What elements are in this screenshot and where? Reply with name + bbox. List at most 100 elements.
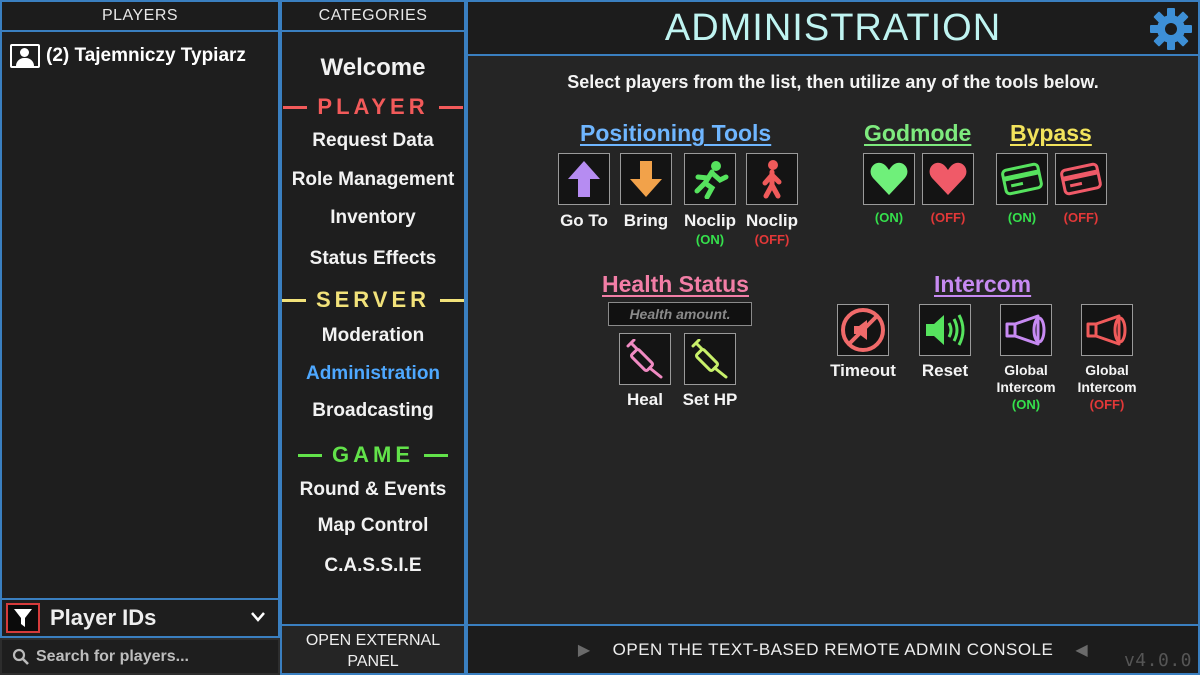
category-status-effects[interactable]: Status Effects <box>282 248 464 270</box>
card-icon <box>1001 162 1043 196</box>
running-person-icon <box>694 161 729 199</box>
section-divider <box>283 105 308 109</box>
arrow-up-icon <box>568 161 600 197</box>
version-label: v4.0.0 <box>1123 650 1192 671</box>
chevron-down-icon[interactable] <box>250 610 266 628</box>
section-divider <box>438 105 463 109</box>
player-list-item[interactable]: (2) Tajemniczy Typiarz <box>10 44 246 68</box>
section-player-header: PLAYER <box>282 94 464 120</box>
players-header: PLAYERS <box>0 0 280 32</box>
global-intercom-off-button[interactable] <box>1081 304 1133 356</box>
instructions-text: Select players from the list, then utili… <box>567 72 1099 92</box>
category-role-management[interactable]: Role Management <box>282 169 464 191</box>
global-intercom-off-label: Global Intercom (OFF) <box>1067 362 1147 413</box>
filter-icon <box>14 609 32 627</box>
godmode-off-status: (OFF) <box>930 210 966 225</box>
godmode-title: Godmode <box>864 120 972 146</box>
category-map-control[interactable]: Map Control <box>282 515 464 537</box>
set-hp-label: Set HP <box>682 390 738 409</box>
section-server-title: SERVER <box>315 287 431 312</box>
administration-panel: Select players from the list, then utili… <box>466 54 1200 626</box>
reset-label: Reset <box>921 361 969 380</box>
card-icon <box>1060 162 1102 196</box>
godmode-off-button[interactable] <box>922 153 974 205</box>
intercom-reset-button[interactable] <box>919 304 971 356</box>
players-list: (2) Tajemniczy Typiarz <box>0 30 280 600</box>
megaphone-icon <box>1005 314 1046 346</box>
open-external-line-1: OPEN EXTERNAL <box>305 632 441 649</box>
timeout-label: Timeout <box>830 361 896 380</box>
page-title: ADMINISTRATION <box>664 6 1002 49</box>
section-player-title: PLAYER <box>317 94 429 119</box>
speaker-icon <box>926 314 965 346</box>
section-divider <box>424 453 448 457</box>
player-name: (2) Tajemniczy Typiarz <box>46 45 246 66</box>
syringe-icon <box>691 339 728 379</box>
heart-icon <box>929 162 967 195</box>
heart-icon <box>870 162 908 195</box>
global-intercom-off-status: (OFF) <box>1089 397 1125 412</box>
categories-header-label: CATEGORIES <box>318 7 428 24</box>
player-search[interactable] <box>0 638 280 675</box>
category-welcome[interactable]: Welcome <box>282 54 464 82</box>
section-game-header: GAME <box>282 442 464 468</box>
section-divider <box>440 298 464 302</box>
global-intercom-on-button[interactable] <box>1000 304 1052 356</box>
megaphone-icon <box>1086 314 1127 346</box>
category-inventory[interactable]: Inventory <box>282 207 464 229</box>
section-server-header: SERVER <box>282 287 464 313</box>
health-status-title: Health Status <box>602 271 749 297</box>
players-header-label: PLAYERS <box>101 7 179 24</box>
bring-button[interactable] <box>620 153 672 205</box>
bypass-title: Bypass <box>1010 120 1092 146</box>
goto-button[interactable] <box>558 153 610 205</box>
open-external-line-2: PANEL <box>347 653 399 670</box>
health-amount-input[interactable] <box>608 302 752 326</box>
godmode-on-button[interactable] <box>863 153 915 205</box>
category-round-events[interactable]: Round & Events <box>282 479 464 501</box>
heal-button[interactable] <box>619 333 671 385</box>
filter-button[interactable] <box>6 603 40 633</box>
noclip-off-button[interactable] <box>746 153 798 205</box>
page-title-bar: ADMINISTRATION <box>466 0 1200 56</box>
category-request-data[interactable]: Request Data <box>282 130 464 152</box>
set-hp-button[interactable] <box>684 333 736 385</box>
arrow-down-icon <box>630 161 662 197</box>
intercom-title: Intercom <box>934 271 1032 297</box>
play-right-icon: ▶ <box>577 641 591 659</box>
bypass-on-status: (ON) <box>1007 210 1037 225</box>
search-input[interactable] <box>36 647 266 666</box>
intercom-timeout-button[interactable] <box>837 304 889 356</box>
search-icon <box>12 648 29 665</box>
category-cassie[interactable]: C.A.S.S.I.E <box>282 555 464 577</box>
godmode-on-status: (ON) <box>874 210 904 225</box>
global-intercom-on-text: Global Intercom <box>996 362 1056 395</box>
section-divider <box>298 453 322 457</box>
user-icon <box>10 44 40 68</box>
open-external-panel-button[interactable]: OPEN EXTERNAL PANEL <box>280 624 466 675</box>
gear-icon[interactable] <box>1148 6 1194 52</box>
open-console-button[interactable]: ▶ OPEN THE TEXT-BASED REMOTE ADMIN CONSO… <box>466 624 1200 675</box>
noclip-off-label: Noclip (OFF) <box>732 211 812 249</box>
player-id-filter[interactable]: Player IDs <box>0 598 280 638</box>
mute-icon <box>841 308 885 352</box>
play-left-icon: ◀ <box>1075 641 1089 659</box>
global-intercom-off-text: Global Intercom <box>1077 362 1137 395</box>
open-console-label: OPEN THE TEXT-BASED REMOTE ADMIN CONSOLE <box>612 639 1054 659</box>
categories-header: CATEGORIES <box>280 0 466 32</box>
category-broadcasting[interactable]: Broadcasting <box>282 400 464 422</box>
noclip-off-status: (OFF) <box>754 232 790 247</box>
syringe-icon <box>626 339 663 379</box>
bypass-off-status: (OFF) <box>1063 210 1099 225</box>
section-divider <box>282 298 306 302</box>
global-intercom-on-label: Global Intercom (ON) <box>986 362 1066 413</box>
category-administration[interactable]: Administration <box>282 363 464 385</box>
bypass-off-button[interactable] <box>1055 153 1107 205</box>
categories-list: Welcome PLAYER Request Data Role Managem… <box>280 30 466 626</box>
category-moderation[interactable]: Moderation <box>282 325 464 347</box>
positioning-tools-title: Positioning Tools <box>580 120 772 146</box>
bypass-on-button[interactable] <box>996 153 1048 205</box>
section-game-title: GAME <box>332 442 414 467</box>
noclip-on-button[interactable] <box>684 153 736 205</box>
noclip-off-text: Noclip <box>746 211 798 230</box>
